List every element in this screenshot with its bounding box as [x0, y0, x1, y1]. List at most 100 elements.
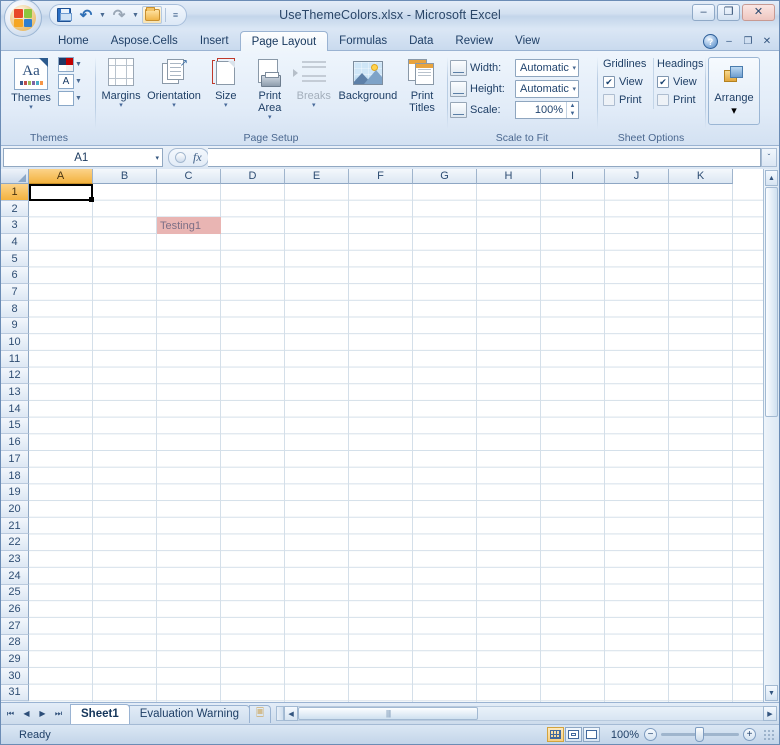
row-header-6[interactable]: 6 — [1, 267, 29, 285]
redo-dropdown[interactable]: ▼ — [131, 6, 140, 24]
zoom-thumb[interactable] — [695, 727, 704, 742]
vertical-scroll-thumb[interactable] — [765, 187, 778, 417]
view-page-layout-button[interactable] — [565, 727, 582, 742]
row-header-18[interactable]: 18 — [1, 467, 29, 485]
hscroll-right-button[interactable]: ▶ — [763, 706, 777, 721]
column-header-j[interactable]: J — [605, 169, 669, 184]
tab-insert[interactable]: Insert — [189, 31, 240, 51]
sheet-tab-sheet1[interactable]: Sheet1 — [70, 703, 130, 724]
tab-aspose-cells[interactable]: Aspose.Cells — [100, 31, 189, 51]
horizontal-scroll-thumb[interactable]: |||| — [298, 707, 479, 720]
chevron-down-icon[interactable]: ▾ — [155, 154, 159, 162]
zoom-out-button[interactable]: − — [644, 728, 657, 741]
row-header-8[interactable]: 8 — [1, 300, 29, 318]
last-sheet-button[interactable]: ⏭ — [51, 706, 66, 722]
scroll-down-button[interactable]: ▼ — [765, 685, 778, 701]
row-header-20[interactable]: 20 — [1, 501, 29, 518]
row-header-12[interactable]: 12 — [1, 367, 29, 385]
save-button[interactable] — [54, 6, 74, 24]
tab-formulas[interactable]: Formulas — [328, 31, 398, 51]
tab-review[interactable]: Review — [444, 31, 504, 51]
headings-view-checkbox[interactable]: ✔ View — [657, 73, 706, 91]
customize-qat-button[interactable]: ≡ — [169, 6, 182, 24]
office-button[interactable] — [4, 0, 42, 37]
gridlines-print-checkbox[interactable]: Print — [603, 91, 653, 109]
tab-view[interactable]: View — [504, 31, 551, 51]
row-header-28[interactable]: 28 — [1, 634, 29, 652]
zoom-level[interactable]: 100% — [605, 729, 639, 741]
expand-formula-bar-button[interactable]: ˇ — [761, 148, 777, 167]
tab-data[interactable]: Data — [398, 31, 444, 51]
resize-grip-icon[interactable] — [763, 728, 775, 741]
sheet-tab-evaluation-warning[interactable]: Evaluation Warning — [128, 704, 251, 723]
cell-area[interactable]: Testing1 — [29, 184, 779, 702]
close-button[interactable]: ✕ — [742, 4, 775, 21]
breaks-button[interactable]: Breaks ▾ — [292, 56, 336, 111]
row-header-14[interactable]: 14 — [1, 400, 29, 418]
row-header-13[interactable]: 13 — [1, 384, 29, 401]
formula-input[interactable] — [207, 148, 761, 167]
row-header-1[interactable]: 1 — [1, 184, 29, 201]
row-header-16[interactable]: 16 — [1, 434, 29, 451]
column-header-e[interactable]: E — [285, 169, 349, 184]
theme-fonts-button[interactable]: A ▼ — [58, 74, 82, 89]
select-all-corner[interactable] — [1, 169, 29, 184]
row-header-25[interactable]: 25 — [1, 584, 29, 602]
margins-button[interactable]: Margins ▾ — [98, 56, 144, 111]
tab-home[interactable]: Home — [47, 31, 100, 51]
next-sheet-button[interactable]: ▶ — [35, 706, 50, 722]
row-header-15[interactable]: 15 — [1, 417, 29, 435]
row-header-21[interactable]: 21 — [1, 517, 29, 535]
redo-button[interactable]: ↷ — [109, 6, 129, 24]
orientation-button[interactable]: ↗ Orientation ▾ — [144, 56, 204, 111]
column-header-d[interactable]: D — [221, 169, 285, 184]
row-header-4[interactable]: 4 — [1, 234, 29, 251]
row-header-3[interactable]: 3 — [1, 217, 29, 235]
row-header-26[interactable]: 26 — [1, 601, 29, 618]
column-header-b[interactable]: B — [93, 169, 157, 184]
arrange-button[interactable]: Arrange ▾ — [708, 57, 760, 125]
row-header-27[interactable]: 27 — [1, 617, 29, 635]
row-header-22[interactable]: 22 — [1, 534, 29, 552]
theme-colors-button[interactable]: ▼ — [58, 57, 82, 72]
help-icon[interactable]: ? — [703, 34, 718, 49]
zoom-track[interactable] — [661, 727, 739, 742]
row-header-9[interactable]: 9 — [1, 317, 29, 335]
row-header-19[interactable]: 19 — [1, 484, 29, 502]
width-combo[interactable]: Automatic ▾ — [515, 58, 579, 77]
workbook-restore-button[interactable]: ❐ — [740, 34, 756, 49]
restore-button[interactable]: ❐ — [717, 4, 740, 21]
row-header-31[interactable]: 31 — [1, 684, 29, 702]
row-header-11[interactable]: 11 — [1, 350, 29, 368]
minimize-button[interactable]: – — [692, 4, 715, 21]
open-button[interactable] — [142, 6, 162, 24]
hscroll-left-button[interactable]: ◀ — [284, 706, 299, 721]
theme-effects-button[interactable]: ▼ — [58, 91, 82, 106]
scale-stepper[interactable]: 100% ▲ ▼ — [515, 100, 579, 119]
size-button[interactable]: Size ▾ — [204, 56, 248, 111]
row-header-10[interactable]: 10 — [1, 334, 29, 351]
column-header-c[interactable]: C — [157, 169, 221, 184]
row-header-24[interactable]: 24 — [1, 567, 29, 585]
column-header-i[interactable]: I — [541, 169, 605, 184]
tab-split-handle[interactable] — [276, 706, 285, 721]
workbook-close-button[interactable]: ✕ — [759, 34, 775, 49]
insert-function-icon[interactable]: fx — [193, 150, 202, 165]
cancel-enter-icon[interactable] — [175, 152, 186, 163]
undo-dropdown[interactable]: ▼ — [98, 6, 107, 24]
name-box[interactable]: A1 ▾ — [3, 148, 163, 167]
spin-down-icon[interactable]: ▼ — [567, 110, 578, 118]
zoom-in-button[interactable]: + — [743, 728, 756, 741]
print-titles-button[interactable]: Print Titles — [400, 56, 444, 116]
height-combo[interactable]: Automatic ▾ — [515, 79, 579, 98]
spin-up-icon[interactable]: ▲ — [567, 102, 578, 110]
column-header-h[interactable]: H — [477, 169, 541, 184]
workbook-minimize-button[interactable]: – — [721, 34, 737, 49]
gridlines-view-checkbox[interactable]: ✔ View — [603, 73, 653, 91]
row-header-23[interactable]: 23 — [1, 551, 29, 568]
horizontal-scroll-track[interactable]: |||| — [298, 706, 763, 721]
row-header-29[interactable]: 29 — [1, 651, 29, 668]
vertical-scrollbar[interactable]: ▲ ▼ — [763, 169, 779, 702]
row-header-2[interactable]: 2 — [1, 200, 29, 218]
scale-spin-buttons[interactable]: ▲ ▼ — [566, 101, 578, 118]
